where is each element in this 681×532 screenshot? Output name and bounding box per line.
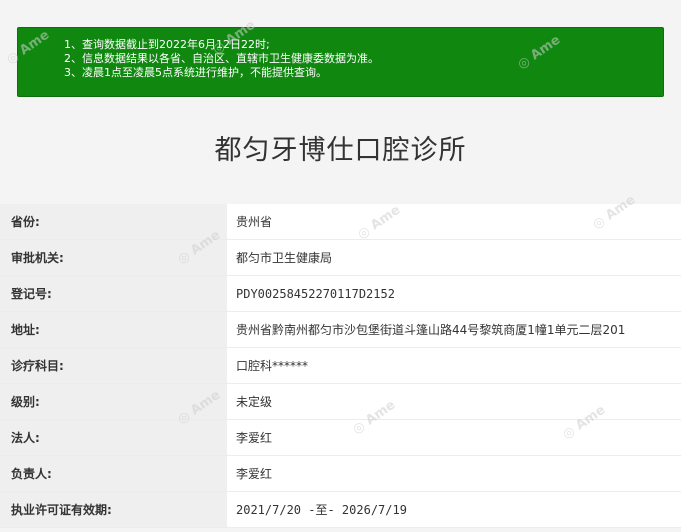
info-row-person-in-charge: 负责人: 李爱红 <box>0 456 681 492</box>
departments-value: 口腔科****** <box>227 348 681 383</box>
license-validity-label: 执业许可证有效期: <box>0 492 227 527</box>
info-row-departments: 诊疗科目: 口腔科****** <box>0 348 681 384</box>
clinic-title: 都匀牙博仕口腔诊所 <box>214 135 467 166</box>
departments-label: 诊疗科目: <box>0 348 227 383</box>
legal-person-label: 法人: <box>0 420 227 455</box>
approval-authority-label: 审批机关: <box>0 240 227 275</box>
info-row-legal-person: 法人: 李爱红 <box>0 420 681 456</box>
info-row-level: 级别: 未定级 <box>0 384 681 420</box>
notice-line: 3、凌晨1点至凌晨5点系统进行维护，不能提供查询。 <box>64 66 327 79</box>
info-row-province: 省份: 贵州省 <box>0 204 681 240</box>
info-row-approval-authority: 审批机关: 都匀市卫生健康局 <box>0 240 681 276</box>
address-value: 贵州省黔南州都匀市沙包堡街道斗篷山路44号黎筑商厦1幢1单元二层201 <box>227 312 681 347</box>
person-in-charge-label: 负责人: <box>0 456 227 491</box>
info-row-address: 地址: 贵州省黔南州都匀市沙包堡街道斗篷山路44号黎筑商厦1幢1单元二层201 <box>0 312 681 348</box>
level-label: 级别: <box>0 384 227 419</box>
notice-banner: 1、查询数据截止到2022年6月12日22时; 2、信息数据结果以各省、自治区、… <box>17 27 664 97</box>
info-row-license-validity: 执业许可证有效期: 2021/7/20 -至- 2026/7/19 <box>0 492 681 528</box>
info-table: 省份: 贵州省 审批机关: 都匀市卫生健康局 登记号: PDY002584522… <box>0 204 681 528</box>
license-validity-value: 2021/7/20 -至- 2026/7/19 <box>227 492 681 527</box>
province-label: 省份: <box>0 204 227 239</box>
notice-line: 1、查询数据截止到2022年6月12日22时; <box>64 38 270 51</box>
notice-line: 2、信息数据结果以各省、自治区、直辖市卫生健康委数据为准。 <box>64 52 379 65</box>
info-row-registration-number: 登记号: PDY00258452270117D2152 <box>0 276 681 312</box>
registration-number-value: PDY00258452270117D2152 <box>227 276 681 311</box>
registration-number-label: 登记号: <box>0 276 227 311</box>
level-value: 未定级 <box>227 384 681 419</box>
legal-person-value: 李爱红 <box>227 420 681 455</box>
province-value: 贵州省 <box>227 204 681 239</box>
approval-authority-value: 都匀市卫生健康局 <box>227 240 681 275</box>
person-in-charge-value: 李爱红 <box>227 456 681 491</box>
address-label: 地址: <box>0 312 227 347</box>
